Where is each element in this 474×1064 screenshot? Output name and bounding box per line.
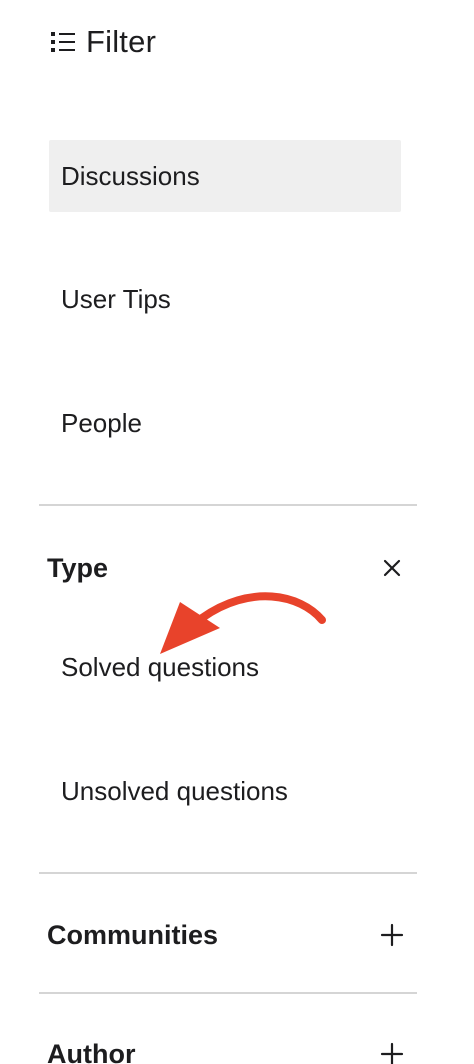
- option-solved-questions[interactable]: Solved questions: [61, 643, 259, 691]
- facet-header-communities[interactable]: Communities: [47, 911, 417, 959]
- facet-header-author[interactable]: Author: [47, 1030, 417, 1064]
- scope-item-user-tips[interactable]: User Tips: [49, 263, 401, 335]
- scope-item-people[interactable]: People: [49, 387, 401, 459]
- list-filter-icon: [51, 32, 75, 52]
- close-icon: [383, 559, 401, 577]
- divider: [39, 992, 417, 994]
- option-unsolved-questions[interactable]: Unsolved questions: [61, 767, 288, 815]
- expand-facet-button[interactable]: [377, 920, 407, 950]
- facet-header-type[interactable]: Type: [47, 544, 417, 592]
- option-label: Solved questions: [61, 651, 260, 682]
- facet-title: Author: [47, 1038, 136, 1064]
- scope-item-label: People: [61, 407, 142, 438]
- expand-facet-button[interactable]: [377, 1039, 407, 1064]
- facet-title: Type: [47, 552, 109, 583]
- scope-item-label: Discussions: [61, 160, 200, 191]
- collapse-facet-button[interactable]: [377, 553, 407, 583]
- plus-icon: [380, 923, 404, 947]
- divider: [39, 504, 417, 506]
- divider: [39, 872, 417, 874]
- plus-icon: [380, 1042, 404, 1064]
- filter-panel: Filter Discussions User Tips People Type…: [0, 0, 474, 1064]
- option-label: Unsolved questions: [61, 775, 288, 806]
- facet-title: Communities: [47, 919, 219, 950]
- filter-title: Filter: [86, 24, 157, 59]
- scope-item-label: User Tips: [61, 283, 171, 314]
- filter-toggle-button[interactable]: Filter: [50, 20, 156, 64]
- scope-item-discussions[interactable]: Discussions: [49, 140, 401, 212]
